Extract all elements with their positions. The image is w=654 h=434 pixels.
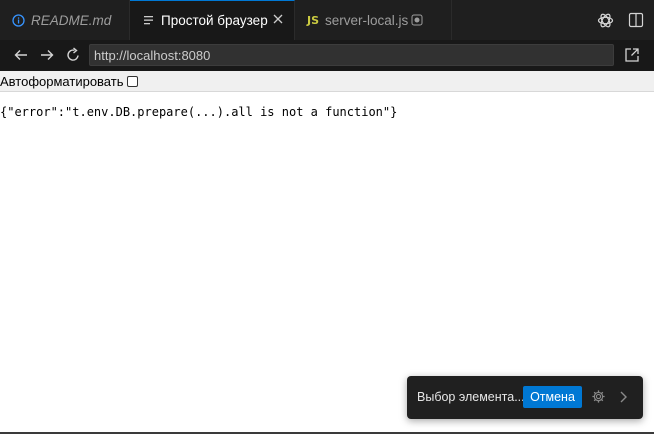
tab-server-local[interactable]: JS server-local.js bbox=[295, 0, 452, 40]
copilot-icon[interactable] bbox=[597, 12, 614, 34]
tab-label: README.md bbox=[31, 12, 112, 28]
reload-icon[interactable] bbox=[65, 47, 81, 63]
autoformat-bar: Автоформатировать bbox=[0, 71, 654, 92]
response-body: {"error":"t.env.DB.prepare(...).all is n… bbox=[0, 105, 398, 119]
cancel-button[interactable]: Отмена bbox=[523, 386, 582, 408]
browser-nav-bar bbox=[0, 40, 654, 71]
autoformat-label: Автоформатировать bbox=[0, 73, 124, 89]
open-external-icon[interactable] bbox=[624, 47, 640, 68]
info-icon bbox=[12, 13, 25, 27]
preview-icon bbox=[144, 15, 155, 26]
unsaved-dot-icon[interactable] bbox=[411, 14, 423, 29]
tab-readme[interactable]: README.md bbox=[0, 0, 130, 40]
picker-label: Выбор элемента... bbox=[417, 390, 525, 404]
simple-browser-window: README.md Простой браузер JS server-loca… bbox=[0, 0, 654, 434]
tab-label: Простой браузер bbox=[161, 13, 268, 28]
split-editor-icon[interactable] bbox=[628, 12, 644, 34]
editor-actions bbox=[597, 12, 644, 34]
tab-label: server-local.js bbox=[325, 12, 409, 28]
gear-icon[interactable] bbox=[591, 389, 606, 409]
editor-tab-bar: README.md Простой браузер JS server-loca… bbox=[0, 0, 654, 41]
autoformat-checkbox[interactable] bbox=[127, 75, 139, 87]
js-file-icon: JS bbox=[307, 13, 320, 27]
arrow-left-icon[interactable] bbox=[13, 47, 29, 63]
element-picker-toast: Выбор элемента... Отмена bbox=[407, 376, 643, 419]
close-icon[interactable] bbox=[272, 13, 284, 28]
tab-simple-browser[interactable]: Простой браузер bbox=[130, 0, 295, 40]
chevron-right-icon[interactable] bbox=[618, 389, 630, 410]
url-input[interactable] bbox=[89, 44, 614, 66]
arrow-right-icon[interactable] bbox=[39, 47, 55, 63]
